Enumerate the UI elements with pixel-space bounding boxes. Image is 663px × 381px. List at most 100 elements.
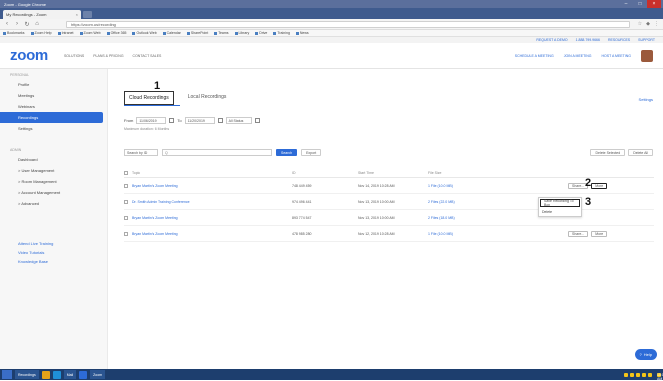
to-date-field[interactable]: 11/20/2019: [184, 117, 215, 124]
status-select[interactable]: All Status: [225, 117, 252, 124]
sidebar-item-recordings[interactable]: Recordings: [0, 112, 103, 123]
schedule-meeting-link[interactable]: SCHEDULE A MEETING: [515, 54, 554, 58]
join-meeting-link[interactable]: JOIN A MEETING: [564, 54, 592, 58]
tab-local-recordings[interactable]: Local Recordings: [184, 91, 231, 105]
tray-icon[interactable]: [636, 372, 640, 377]
minimize-icon[interactable]: –: [619, 0, 633, 8]
nav-pricing[interactable]: PLANS & PRICING: [93, 54, 123, 58]
delete-option[interactable]: Delete: [539, 208, 581, 216]
from-date-field[interactable]: 11/06/2019: [136, 117, 167, 124]
row-topic[interactable]: Bryan Martin's Zoom Meeting: [132, 216, 292, 220]
star-icon[interactable]: ☆: [638, 21, 642, 27]
sidebar-item-user-management[interactable]: > User Management: [0, 165, 107, 176]
bookmark-item[interactable]: Zoom Web: [79, 31, 101, 35]
search-by-select[interactable]: Search by ID: [124, 149, 158, 156]
settings-link[interactable]: Settings: [639, 97, 653, 102]
start-button[interactable]: [2, 370, 12, 379]
share-button[interactable]: Share...: [568, 230, 589, 237]
back-icon[interactable]: ‹: [4, 21, 10, 27]
taskbar-app[interactable]: Mail: [63, 370, 77, 379]
row-checkbox[interactable]: [124, 199, 128, 204]
close-icon[interactable]: ×: [647, 0, 661, 8]
sidebar-item-meetings[interactable]: Meetings: [0, 90, 107, 101]
col-topic: Topic: [132, 171, 141, 175]
nav-solutions[interactable]: SOLUTIONS: [64, 54, 84, 58]
row-size[interactable]: 1 File (10.0 MB): [428, 184, 508, 188]
save-to-box-option[interactable]: Save Recording To Box: [540, 199, 580, 207]
row-size[interactable]: 1 File (10.0 MB): [428, 232, 508, 236]
browser-tab[interactable]: My Recordings - Zoom ×: [3, 10, 81, 19]
sidebar-item-webinars[interactable]: Webinars: [0, 101, 107, 112]
taskbar-app[interactable]: Recordings: [15, 370, 39, 379]
avatar[interactable]: [641, 49, 653, 62]
tab-close-icon[interactable]: ×: [76, 12, 78, 17]
bookmark-item[interactable]: Calendar: [162, 31, 181, 35]
row-checkbox[interactable]: [124, 183, 128, 188]
bookmark-item[interactable]: Teams: [214, 31, 229, 35]
bookmark-item[interactable]: Library: [234, 31, 249, 35]
bookmark-item[interactable]: Bookmarks: [3, 31, 25, 35]
sidebar-item-account-management[interactable]: > Account Management: [0, 187, 107, 198]
host-meeting-link[interactable]: HOST A MEETING: [602, 54, 632, 58]
nav-contact[interactable]: CONTACT SALES: [133, 54, 162, 58]
maximize-icon[interactable]: □: [633, 0, 647, 8]
bookmark-item[interactable]: Zoom Help: [30, 31, 52, 35]
sidebar-link-tutorials[interactable]: Video Tutorials: [0, 248, 107, 257]
folder-icon[interactable]: [41, 370, 50, 379]
topband-link[interactable]: RESOURCES: [608, 38, 630, 42]
bookmark-item[interactable]: News: [295, 31, 309, 35]
help-button[interactable]: ? Help: [634, 349, 657, 360]
tray-icon[interactable]: [624, 372, 628, 377]
search-input[interactable]: Q: [162, 149, 272, 156]
sidebar-link-training[interactable]: Attend Live Training: [0, 239, 107, 248]
delete-all-button[interactable]: Delete All: [628, 149, 653, 156]
row-topic[interactable]: Bryan Martin's Zoom Meeting: [132, 232, 292, 236]
sidebar-item-room-management[interactable]: > Room Management: [0, 176, 107, 187]
bookmark-item[interactable]: Office 365: [106, 31, 126, 35]
search-button[interactable]: Search: [276, 149, 298, 156]
zoom-logo[interactable]: zoom: [10, 47, 48, 64]
new-tab-button[interactable]: [83, 11, 92, 18]
sidebar-item-advanced[interactable]: > Advanced: [0, 198, 107, 209]
forward-icon[interactable]: ›: [14, 21, 20, 27]
row-start: Nov 14, 2019 10:28 AM: [358, 183, 395, 188]
more-button[interactable]: More: [591, 230, 608, 237]
calendar-icon[interactable]: [169, 118, 175, 123]
row-topic[interactable]: Dr. Smith Admin Training Conference: [132, 200, 292, 204]
row-checkbox[interactable]: [124, 215, 128, 220]
bookmark-item[interactable]: Training: [273, 31, 290, 35]
tray-icon[interactable]: [630, 372, 634, 377]
delete-selected-button[interactable]: Delete Selected: [590, 149, 626, 156]
topband-link[interactable]: 1.888.799.9666: [576, 38, 600, 42]
extension-icon[interactable]: ◆: [646, 21, 650, 27]
taskbar-app[interactable]: Zoom: [90, 370, 106, 379]
sidebar-item-settings[interactable]: Settings: [0, 123, 107, 134]
row-topic[interactable]: Bryan Martin's Zoom Meeting: [132, 184, 292, 188]
topband-link[interactable]: SUPPORT: [638, 38, 655, 42]
export-button[interactable]: Export: [301, 149, 322, 156]
browser-icon[interactable]: [52, 370, 61, 379]
tray-icon[interactable]: [642, 372, 646, 377]
sidebar-link-knowledge[interactable]: Knowledge Base: [0, 257, 107, 266]
topband-link[interactable]: REQUEST A DEMO: [536, 38, 567, 42]
more-button[interactable]: More: [591, 182, 608, 189]
row-size[interactable]: 2 Files (18.0 MB): [428, 216, 508, 220]
calendar-icon[interactable]: [254, 118, 260, 123]
bookmark-item[interactable]: Drive: [255, 31, 267, 35]
sidebar-item-dashboard[interactable]: Dashboard: [0, 154, 107, 165]
url-input[interactable]: https://zoom.us/recording: [66, 20, 630, 28]
tray-icon[interactable]: [648, 372, 652, 377]
row-checkbox[interactable]: [124, 231, 128, 236]
bookmark-item[interactable]: Intranet: [57, 31, 74, 35]
sidebar-item-profile[interactable]: Profile: [0, 79, 107, 90]
bookmark-item[interactable]: Outlook Web: [132, 31, 157, 35]
calendar-icon[interactable]: [217, 118, 223, 123]
bookmark-item[interactable]: SharePoint: [186, 31, 208, 35]
select-all-checkbox[interactable]: [124, 171, 128, 175]
tab-cloud-recordings[interactable]: Cloud Recordings: [124, 91, 174, 105]
menu-icon[interactable]: ⋮: [654, 21, 659, 27]
row-size[interactable]: 2 Files (22.0 MB): [428, 200, 508, 204]
home-icon[interactable]: ⌂: [34, 21, 40, 27]
reload-icon[interactable]: ↻: [24, 21, 30, 28]
zoom-app-icon[interactable]: [79, 370, 88, 379]
